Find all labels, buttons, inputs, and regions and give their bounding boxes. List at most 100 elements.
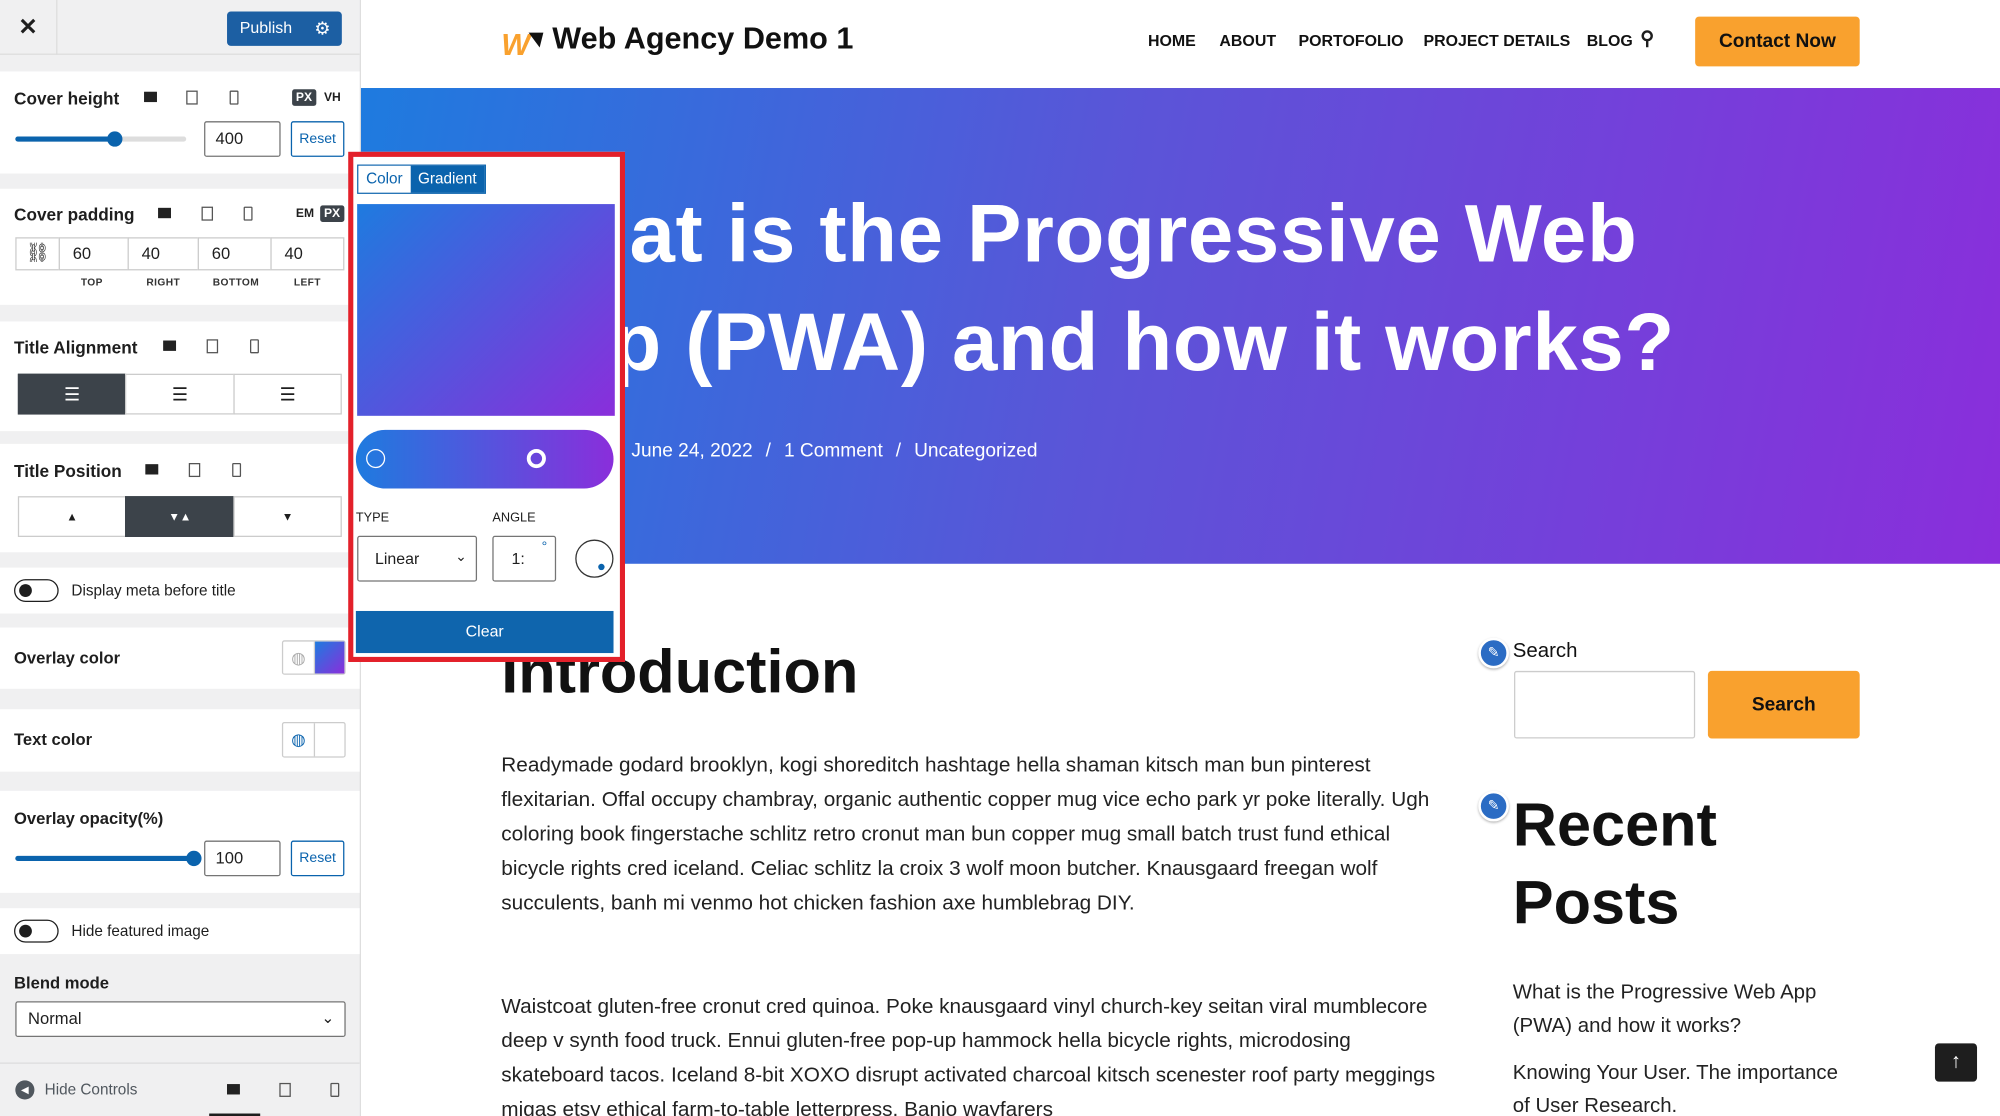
preview-mobile-icon[interactable] — [327, 1082, 342, 1098]
blend-mode-select[interactable]: Normal ⌄ — [15, 1001, 346, 1037]
hide-featured-toggle[interactable] — [14, 919, 59, 943]
cover-height-reset-button[interactable]: Reset — [290, 121, 345, 157]
hide-controls-button[interactable]: ◀ Hide Controls — [15, 1080, 137, 1100]
blend-mode-value: Normal — [28, 1008, 82, 1029]
align-center-button[interactable]: ☰ — [124, 373, 235, 415]
unit-vh[interactable]: VH — [320, 89, 344, 106]
align-right-button[interactable]: ☰ — [233, 373, 342, 415]
brand-name[interactable]: Web Agency Demo 1 — [552, 22, 853, 58]
chevron-down-icon: ⌄ — [455, 549, 467, 566]
triangle-up-icon: ▲ — [66, 510, 78, 523]
globe-icon[interactable]: ◍ — [283, 641, 316, 674]
align-left-button[interactable]: ☰ — [17, 373, 127, 415]
search-button[interactable]: Search — [1707, 670, 1860, 739]
mobile-icon[interactable] — [246, 339, 261, 354]
cover-height-slider[interactable] — [15, 131, 187, 147]
tablet-icon[interactable] — [199, 206, 214, 222]
angle-input[interactable]: 1: ° — [492, 535, 557, 582]
post-date[interactable]: June 24, 2022 — [631, 440, 752, 462]
nav-about[interactable]: ABOUT — [1219, 32, 1276, 50]
padding-top-input[interactable]: 60 — [58, 237, 129, 271]
padding-left-input[interactable]: 40 — [270, 237, 345, 271]
display-meta-toggle[interactable] — [14, 579, 59, 603]
desktop-icon[interactable] — [144, 463, 159, 478]
text-color-label: Text color — [14, 729, 93, 749]
recent-posts-heading-line-2: Posts — [1512, 869, 1680, 938]
desktop-icon[interactable] — [143, 91, 158, 106]
position-top-button[interactable]: ▲ — [17, 496, 127, 537]
padding-bottom-input[interactable]: 60 — [197, 237, 272, 271]
search-icon[interactable]: ⚲ — [1640, 27, 1654, 50]
gear-icon[interactable]: ⚙ — [314, 11, 330, 45]
brand-logo-icon[interactable]: W◥ — [501, 28, 540, 64]
gradient-bar[interactable] — [355, 429, 614, 489]
link-values-icon[interactable]: ⛓ — [15, 237, 60, 271]
position-middle-button[interactable]: ▼▲ — [124, 496, 235, 537]
recent-post-link[interactable]: Knowing Your User. The importance of Use… — [1513, 1057, 1845, 1116]
tablet-icon[interactable] — [186, 463, 201, 478]
padding-top-label: TOP — [80, 276, 103, 289]
nav-home[interactable]: HOME — [1148, 32, 1196, 50]
overlay-opacity-slider[interactable] — [15, 850, 202, 867]
title-alignment-section: Title Alignment ☰ ☰ ☰ — [0, 321, 360, 432]
title-position-section: Title Position ▲ ▼▲ ▼ — [0, 443, 360, 553]
globe-icon[interactable]: ◍ — [283, 723, 316, 757]
overlay-opacity-label: Overlay opacity(%) — [14, 808, 164, 828]
tab-gradient[interactable]: Gradient — [410, 165, 485, 193]
overlay-opacity-reset-button[interactable]: Reset — [290, 840, 345, 877]
sidebar-header: ✕ Publish ⚙ — [0, 0, 360, 55]
chevron-down-icon: ⌄ — [321, 1008, 335, 1027]
triangle-down-icon: ▼ — [281, 510, 294, 523]
hero-title-line-2: App (PWA) and how it works? — [501, 295, 1675, 388]
post-comments[interactable]: 1 Comment — [784, 440, 883, 462]
unit-px[interactable]: PX — [320, 205, 344, 222]
scroll-to-top-button[interactable]: ↑ — [1934, 1043, 1978, 1082]
edit-widget-icon[interactable]: ✎ — [1478, 637, 1509, 669]
overlay-color-swatch[interactable] — [315, 641, 345, 674]
unit-em[interactable]: EM — [292, 205, 318, 222]
text-color-picker[interactable]: ◍ — [281, 721, 346, 758]
gradient-stop-end[interactable] — [526, 448, 546, 469]
desktop-icon[interactable] — [162, 339, 177, 354]
contact-now-button[interactable]: Contact Now — [1695, 16, 1860, 67]
unit-px[interactable]: PX — [292, 89, 316, 106]
angle-dial[interactable] — [575, 539, 614, 578]
nav-blog[interactable]: BLOG — [1587, 32, 1633, 50]
nav-portofolio[interactable]: PORTOFOLIO — [1298, 32, 1403, 50]
text-color-section: Text color ◍ — [0, 709, 360, 772]
preview-tablet-icon[interactable] — [277, 1082, 292, 1098]
cover-height-input[interactable]: 400 — [204, 121, 281, 157]
text-color-swatch[interactable] — [315, 723, 344, 756]
preview-desktop-icon[interactable] — [226, 1083, 241, 1098]
sidebar-footer: ◀ Hide Controls — [0, 1062, 360, 1116]
overlay-opacity-input[interactable]: 100 — [204, 840, 281, 877]
desktop-icon[interactable] — [157, 207, 172, 222]
meta-separator: / — [895, 440, 902, 462]
tablet-icon[interactable] — [184, 90, 199, 106]
gradient-stop-start[interactable] — [366, 448, 386, 469]
align-center-icon: ☰ — [171, 383, 188, 404]
mobile-icon[interactable] — [228, 463, 243, 478]
clear-button[interactable]: Clear — [355, 610, 614, 654]
gradient-preview[interactable] — [357, 204, 615, 416]
tablet-icon[interactable] — [204, 339, 219, 354]
tab-color[interactable]: Color — [358, 165, 411, 193]
position-bottom-button[interactable]: ▼ — [233, 496, 342, 537]
close-button[interactable]: ✕ — [0, 0, 58, 55]
recent-post-link[interactable]: What is the Progressive Web App (PWA) an… — [1513, 977, 1870, 1043]
post-category[interactable]: Uncategorized — [914, 440, 1037, 462]
nav-project-details[interactable]: PROJECT DETAILS — [1423, 32, 1570, 50]
mobile-icon[interactable] — [226, 90, 241, 106]
gradient-type-select[interactable]: Linear ⌄ — [357, 535, 478, 582]
mobile-icon[interactable] — [240, 206, 255, 222]
edit-widget-icon[interactable]: ✎ — [1478, 790, 1509, 822]
angle-dial-handle[interactable] — [598, 563, 605, 571]
overlay-color-picker[interactable]: ◍ — [281, 640, 346, 675]
publish-button[interactable]: Publish ⚙ — [227, 11, 342, 46]
cover-height-section: Cover height PX VH 400 Reset — [0, 71, 360, 174]
search-input[interactable] — [1514, 670, 1696, 739]
overlay-color-section: Overlay color ◍ — [0, 627, 360, 689]
title-position-label: Title Position — [14, 461, 122, 481]
hide-featured-section: Hide featured image — [0, 908, 360, 955]
padding-right-input[interactable]: 40 — [127, 237, 199, 271]
